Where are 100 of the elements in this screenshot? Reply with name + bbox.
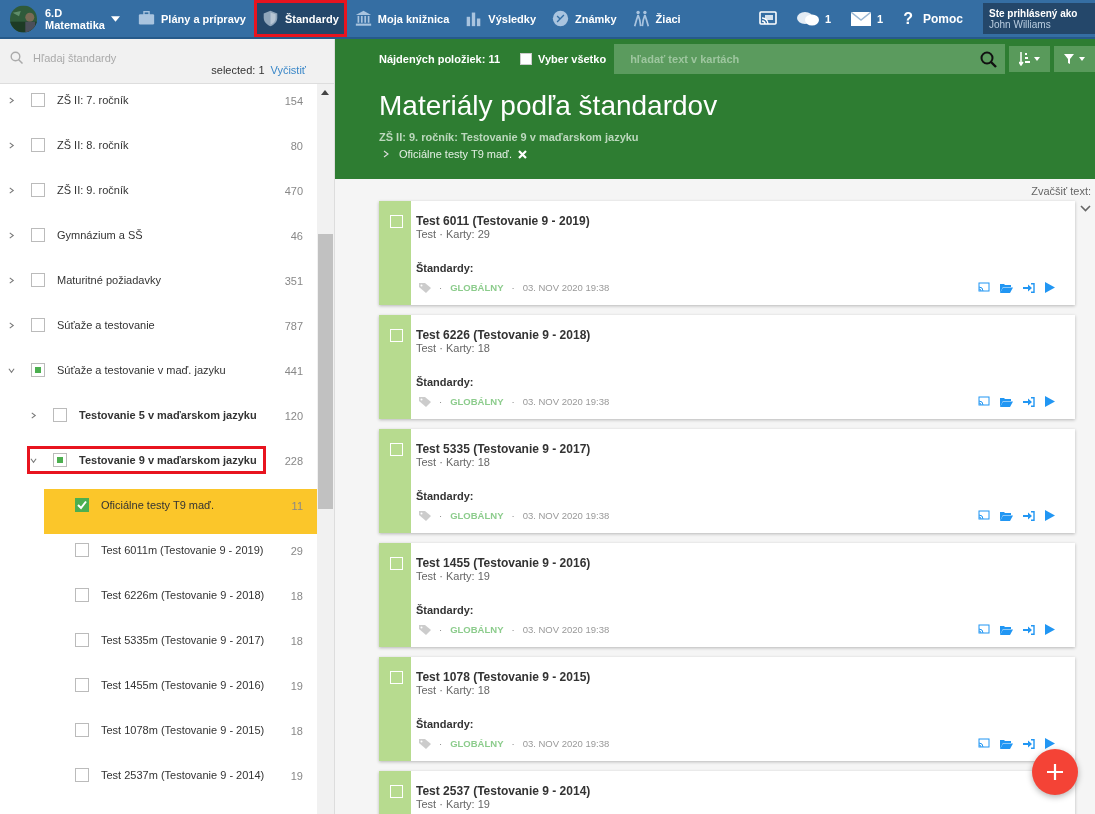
separator-dot: · xyxy=(511,282,515,293)
tree-item[interactable]: Maturitné požiadavky 351 xyxy=(0,264,317,309)
material-card[interactable]: Test 1078 (Testovanie 9 - 2015) Test · Karty: 18 Štandardy: · GLOBÁLNY · 03. NOV 2020 19:38 xyxy=(379,657,1075,761)
cast-icon[interactable] xyxy=(978,396,990,407)
tree-item[interactable]: Testovanie 9 v maďarskom jazyku 228 xyxy=(0,444,317,489)
folder-icon[interactable] xyxy=(1000,738,1013,749)
sort-button[interactable] xyxy=(1009,46,1050,72)
folder-icon[interactable] xyxy=(1000,396,1013,407)
play-icon[interactable] xyxy=(1045,510,1055,521)
separator-dot: · xyxy=(439,738,443,749)
search-icon[interactable] xyxy=(980,50,997,68)
cast-icon[interactable] xyxy=(978,510,990,521)
sign-in-icon[interactable] xyxy=(1023,624,1035,635)
cast-icon[interactable] xyxy=(978,624,990,635)
nav-tab[interactable]: Výsledky xyxy=(457,0,545,37)
user-box[interactable]: Ste prihlásený ako John Williams xyxy=(983,3,1095,34)
tree-item[interactable]: Test 6226m (Testovanie 9 - 2018) 18 xyxy=(0,579,317,624)
chevron-down-icon[interactable] xyxy=(1080,205,1091,212)
sign-in-icon[interactable] xyxy=(1023,510,1035,521)
search-field[interactable]: hľadať text v kartách xyxy=(614,44,1005,74)
search-input[interactable]: hľadať text v kartách xyxy=(628,52,980,66)
close-icon[interactable] xyxy=(517,149,527,159)
play-icon[interactable] xyxy=(1045,624,1055,635)
chevron-down-icon[interactable] xyxy=(8,366,15,374)
tree-item[interactable]: Test 6011m (Testovanie 9 - 2019) 29 xyxy=(0,534,317,579)
class-selector[interactable]: 6.D Matematika xyxy=(0,3,130,34)
checkbox[interactable] xyxy=(75,588,89,602)
checkbox[interactable] xyxy=(75,768,89,782)
checkbox[interactable] xyxy=(31,363,45,377)
tree-item[interactable]: Súťaže a testovanie v maď. jazyku 441 xyxy=(0,354,317,399)
card-title: Test 2537 (Testovanie 9 - 2014) xyxy=(416,784,592,798)
sign-in-icon[interactable] xyxy=(1023,738,1035,749)
card-date: 03. NOV 2020 19:38 xyxy=(522,510,610,521)
chevron-right-icon[interactable] xyxy=(30,411,37,419)
card-meta: Test · Karty: 18 xyxy=(416,342,491,354)
tree-item[interactable]: Test 5335m (Testovanie 9 - 2017) 18 xyxy=(0,624,317,669)
cast-icon[interactable] xyxy=(978,738,990,749)
tree-item[interactable]: Test 1455m (Testovanie 9 - 2016) 19 xyxy=(0,669,317,714)
item-count: 19 xyxy=(290,769,303,782)
selected-count: selected: 1 xyxy=(211,64,265,76)
cast-icon[interactable] xyxy=(978,282,990,293)
separator-dot: · xyxy=(439,624,443,635)
material-card[interactable]: Test 6011 (Testovanie 9 - 2019) Test · Karty: 29 Štandardy: · GLOBÁLNY · 03. NOV 2020 19:38 xyxy=(379,201,1075,305)
material-card[interactable]: Test 2537 (Testovanie 9 - 2014) Test · Karty: 19 xyxy=(379,771,1075,814)
nav-tab[interactable]: Žiaci xyxy=(624,0,689,37)
folder-icon[interactable] xyxy=(1000,282,1013,293)
nav-tab[interactable]: Plány a prípravy xyxy=(130,0,254,37)
chevron-right-icon[interactable] xyxy=(8,96,15,104)
mail-icon[interactable] xyxy=(851,11,872,26)
tree-item[interactable]: ZŠ II: 9. ročník 470 xyxy=(0,174,317,219)
tree-item[interactable]: Testovanie 5 v maďarskom jazyku 120 xyxy=(0,399,317,444)
checkbox[interactable] xyxy=(53,408,67,422)
select-all-checkbox[interactable]: Vyber všetko xyxy=(520,53,607,65)
checkbox[interactable] xyxy=(31,318,45,332)
selected-tree-item[interactable]: Oficiálne testy T9 maď. 11 xyxy=(44,489,317,534)
filter-button[interactable] xyxy=(1054,46,1095,72)
tree-item[interactable]: ZŠ II: 8. ročník 80 xyxy=(0,129,317,174)
folder-icon[interactable] xyxy=(1000,624,1013,635)
checkbox[interactable] xyxy=(75,678,89,692)
checkbox[interactable] xyxy=(31,273,45,287)
material-card[interactable]: Test 5335 (Testovanie 9 - 2017) Test · Karty: 18 Štandardy: · GLOBÁLNY · 03. NOV 2020 19:38 xyxy=(379,429,1075,533)
chevron-right-icon[interactable] xyxy=(8,231,15,239)
search-field[interactable]: Hľadaj štandardy xyxy=(33,51,233,64)
checkbox[interactable] xyxy=(75,633,89,647)
checkbox[interactable] xyxy=(31,93,45,107)
chevron-down-icon[interactable] xyxy=(30,456,37,464)
checkbox[interactable] xyxy=(31,183,45,197)
scroll-up-icon[interactable] xyxy=(321,90,329,95)
tree-item[interactable]: Test 1078m (Testovanie 9 - 2015) 18 xyxy=(0,714,317,759)
chevron-right-icon[interactable] xyxy=(8,186,15,194)
material-card[interactable]: Test 1455 (Testovanie 9 - 2016) Test · Karty: 19 Štandardy: · GLOBÁLNY · 03. NOV 2020 19:38 xyxy=(379,543,1075,647)
chevron-right-icon[interactable] xyxy=(8,321,15,329)
chevron-right-icon[interactable] xyxy=(8,276,15,284)
checkbox[interactable] xyxy=(31,228,45,242)
folder-icon[interactable] xyxy=(1000,510,1013,521)
scrollbar[interactable] xyxy=(317,84,334,814)
checkbox[interactable] xyxy=(75,723,89,737)
sign-in-icon[interactable] xyxy=(1023,396,1035,407)
clear-link[interactable]: Vyčistiť xyxy=(270,64,306,76)
checkbox[interactable] xyxy=(75,498,89,512)
tree-item[interactable]: Test 2537m (Testovanie 9 - 2014) 19 xyxy=(0,759,317,804)
play-icon[interactable] xyxy=(1045,396,1055,407)
cast-icon[interactable] xyxy=(758,10,777,27)
nav-tab[interactable]: Známky xyxy=(544,0,625,37)
nav-tab[interactable]: Moja knižnica xyxy=(346,0,458,37)
sign-in-icon[interactable] xyxy=(1023,282,1035,293)
tree-item[interactable]: ZŠ II: 7. ročník 154 xyxy=(0,84,317,129)
checkbox[interactable] xyxy=(53,453,67,467)
tree-item[interactable]: Gymnázium a SŠ 46 xyxy=(0,219,317,264)
chat-icon[interactable] xyxy=(796,10,819,27)
play-icon[interactable] xyxy=(1045,282,1055,293)
chevron-right-icon[interactable] xyxy=(8,141,15,149)
tree-item[interactable]: Súťaže a testovanie 787 xyxy=(0,309,317,354)
material-card[interactable]: Test 6226 (Testovanie 9 - 2018) Test · Karty: 18 Štandardy: · GLOBÁLNY · 03. NOV 2020 19:38 xyxy=(379,315,1075,419)
card-meta: Test · Karty: 29 xyxy=(416,228,491,240)
checkbox[interactable] xyxy=(75,543,89,557)
nav-tab[interactable]: Štandardy xyxy=(254,0,347,37)
help-link[interactable]: ? Pomoc xyxy=(903,9,963,28)
play-icon[interactable] xyxy=(1045,738,1055,749)
checkbox[interactable] xyxy=(31,138,45,152)
